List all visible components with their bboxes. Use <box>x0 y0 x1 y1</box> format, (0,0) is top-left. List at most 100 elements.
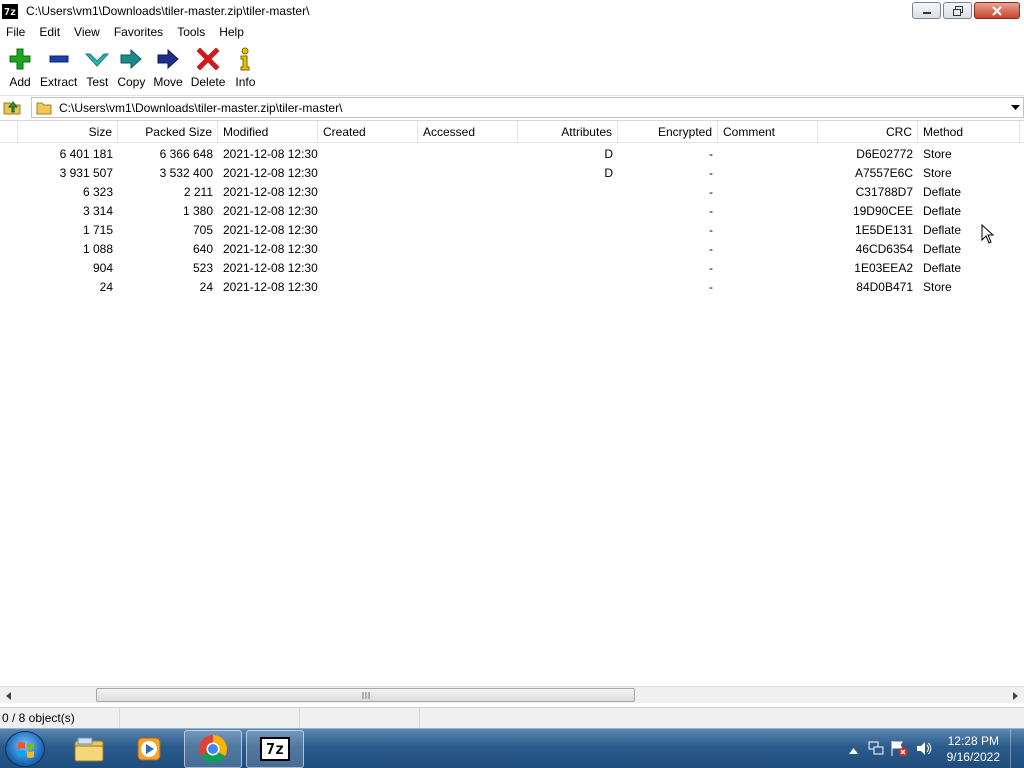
column-header-packed-size[interactable]: Packed Size <box>118 121 218 143</box>
cell-method: Store <box>923 280 952 294</box>
window-controls <box>912 2 1020 19</box>
extract-button[interactable]: Extract <box>36 43 81 89</box>
cell-encrypted: - <box>709 223 713 237</box>
menu-edit[interactable]: Edit <box>32 22 67 42</box>
cell-accessed <box>418 240 518 259</box>
cell-accessed <box>418 278 518 297</box>
up-folder-button[interactable] <box>0 96 24 118</box>
column-header-created[interactable]: Created <box>318 121 418 143</box>
clock-date: 9/16/2022 <box>946 750 1000 764</box>
address-field[interactable]: C:\Users\vm1\Downloads\tiler-master.zip\… <box>31 97 1024 118</box>
cell-attributes <box>518 183 618 202</box>
action-center-flag-icon <box>891 741 908 757</box>
table-row[interactable]: 3 314 1 380 2021-12-08 12:30 - 19D90CEE Defla… <box>0 202 1024 221</box>
column-header-encrypted[interactable]: Encrypted <box>618 121 718 143</box>
column-header-name[interactable] <box>0 121 18 143</box>
scroll-right-button[interactable] <box>1007 687 1024 704</box>
taskbar-seven-zip[interactable]: 7z <box>246 730 304 768</box>
info-button[interactable]: Info <box>229 43 261 89</box>
minimize-button[interactable] <box>912 2 941 19</box>
cell-created <box>318 278 418 297</box>
address-dropdown-button[interactable] <box>1009 101 1021 115</box>
column-header-crc[interactable]: CRC <box>818 121 918 143</box>
cell-packed-size: 6 366 648 <box>159 147 213 161</box>
show-desktop-button[interactable] <box>1010 729 1024 768</box>
taskbar-file-explorer[interactable] <box>60 730 118 768</box>
column-header-accessed[interactable]: Accessed <box>418 121 518 143</box>
scroll-thumb[interactable] <box>96 688 635 702</box>
delete-button[interactable]: Delete <box>187 43 230 89</box>
column-header-size[interactable]: Size <box>18 121 118 143</box>
column-header-modified[interactable]: Modified <box>218 121 318 143</box>
menu-favorites[interactable]: Favorites <box>107 22 170 42</box>
test-button[interactable]: Test <box>81 43 113 89</box>
horizontal-scrollbar[interactable] <box>0 686 1024 703</box>
cell-size: 1 715 <box>82 223 113 237</box>
status-bar: 0 / 8 object(s) selected <box>0 707 1024 746</box>
table-row[interactable]: 6 323 2 211 2021-12-08 12:30 - C31788D7 Defla… <box>0 183 1024 202</box>
table-row[interactable]: 1 715 705 2021-12-08 12:30 - 1E5DE131 Deflate <box>0 221 1024 240</box>
table-row[interactable]: 24 24 2021-12-08 12:30 - 84D0B471 Store <box>0 278 1024 297</box>
cell-modified: 2021-12-08 12:30 <box>223 185 318 199</box>
cell-accessed <box>418 164 518 183</box>
cell-encrypted: - <box>709 280 713 294</box>
table-row[interactable]: 1 088 640 2021-12-08 12:30 - 46CD6354 Deflate <box>0 240 1024 259</box>
column-header-method[interactable]: Method <box>918 121 1020 143</box>
add-label: Add <box>9 75 31 89</box>
cell-method: Store <box>923 166 952 180</box>
cell-created <box>318 145 418 164</box>
taskbar-media-player[interactable] <box>120 730 178 768</box>
table-row[interactable]: 904 523 2021-12-08 12:30 - 1E03EEA2 Deflate <box>0 259 1024 278</box>
close-button[interactable] <box>974 2 1020 19</box>
cell-modified: 2021-12-08 12:30 <box>223 242 318 256</box>
selection-status: 0 / 8 object(s) selected <box>0 707 120 746</box>
cell-created <box>318 164 418 183</box>
maximize-button[interactable] <box>943 2 972 19</box>
cell-size: 3 314 <box>82 204 113 218</box>
cell-size: 1 088 <box>82 242 113 256</box>
chevron-right-icon <box>1013 691 1018 700</box>
menu-help[interactable]: Help <box>212 22 251 42</box>
copy-button[interactable]: Copy <box>113 43 149 89</box>
column-header-comment[interactable]: Comment <box>718 121 818 143</box>
table-row[interactable]: 3 931 507 3 532 400 2021-12-08 12:30 D - A755… <box>0 164 1024 183</box>
column-header-attributes[interactable]: Attributes <box>518 121 618 143</box>
cell-crc: 19D90CEE <box>852 204 913 218</box>
taskbar-chrome[interactable] <box>184 730 242 768</box>
cell-comment <box>718 221 818 240</box>
file-explorer-icon <box>74 737 104 762</box>
move-button[interactable]: Move <box>149 43 186 89</box>
cell-method: Deflate <box>923 242 962 256</box>
table-row[interactable]: 6 401 181 6 366 648 2021-12-08 12:30 D - D6E0… <box>0 145 1024 164</box>
folder-icon <box>36 102 52 114</box>
cell-attributes <box>518 278 618 297</box>
scroll-left-button[interactable] <box>0 687 17 704</box>
cell-method: Deflate <box>923 185 962 199</box>
cell-packed-size: 523 <box>192 261 213 275</box>
cell-modified: 2021-12-08 12:30 <box>223 166 318 180</box>
add-button[interactable]: Add <box>4 43 36 89</box>
cell-created <box>318 221 418 240</box>
media-player-icon <box>137 737 161 761</box>
menu-tools[interactable]: Tools <box>170 22 212 42</box>
network-tray-button[interactable] <box>868 740 884 759</box>
cell-encrypted: - <box>709 204 713 218</box>
tray-overflow-button[interactable] <box>849 743 858 757</box>
info-label: Info <box>235 75 256 89</box>
cell-size: 6 401 181 <box>59 147 113 161</box>
cell-method: Deflate <box>923 204 962 218</box>
grip-icon <box>362 691 369 699</box>
move-label: Move <box>153 75 183 89</box>
start-button[interactable] <box>5 731 45 767</box>
cell-method: Deflate <box>923 223 962 237</box>
clock[interactable]: 12:28 PM 9/16/2022 <box>947 733 1000 765</box>
menu-view[interactable]: View <box>67 22 107 42</box>
test-label: Test <box>86 75 109 89</box>
seven-zip-app-icon[interactable]: 7z <box>2 3 18 19</box>
file-list[interactable]: Size Packed Size Modified Created Access… <box>0 120 1024 686</box>
volume-tray-button[interactable] <box>916 741 932 759</box>
cell-crc: C31788D7 <box>855 185 913 199</box>
menu-file[interactable]: File <box>0 22 32 42</box>
chevron-down-icon <box>1010 105 1020 110</box>
action-center-tray-button[interactable] <box>890 740 908 760</box>
